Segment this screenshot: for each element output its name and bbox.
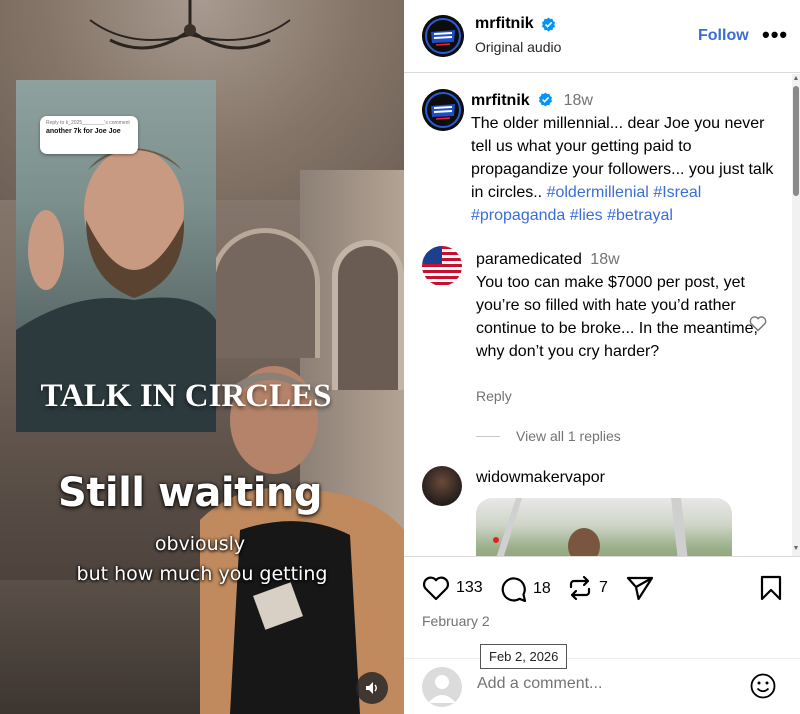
hashtag-link[interactable]: #betrayal <box>607 207 673 224</box>
bubble-reply-to: Reply to k_2025________'s comment <box>46 120 130 126</box>
add-comment-input[interactable] <box>477 675 737 693</box>
scrollbar-thumb[interactable] <box>793 86 799 196</box>
comment-username[interactable]: widowmakervapor <box>476 469 605 487</box>
verified-badge-icon <box>542 17 555 32</box>
save-button[interactable] <box>760 575 782 601</box>
comments-scroll-area[interactable]: mrfitnik 18w The older millennial... dea… <box>404 74 800 556</box>
caption-text-block: mrfitnik 18w The older millennial... dea… <box>471 89 781 227</box>
overlay-title: Still waiting <box>57 470 323 516</box>
caption-author-avatar[interactable] <box>422 89 464 131</box>
nik-logo-icon <box>422 89 464 131</box>
emoji-icon[interactable] <box>749 672 777 700</box>
comment-count: 18 <box>533 580 551 597</box>
comment-text: You too can make $7000 per post, yet you… <box>476 274 758 360</box>
bearded-man-image <box>16 148 216 432</box>
caption-username[interactable]: mrfitnik <box>471 92 530 109</box>
default-user-icon <box>428 675 456 703</box>
view-replies-button[interactable]: View all 1 replies <box>476 428 621 444</box>
doorway-arch <box>210 228 320 358</box>
comment-time: 18w <box>590 251 620 268</box>
caption-time: 18w <box>563 92 593 109</box>
reply-button[interactable]: Reply <box>476 388 512 404</box>
heart-icon <box>422 576 450 601</box>
repost-icon <box>569 575 591 601</box>
follow-button[interactable]: Follow <box>698 27 749 45</box>
author-avatar[interactable] <box>422 15 464 57</box>
repost-button[interactable]: 7 <box>567 575 608 601</box>
bubble-text: another 7k for Joe Joe <box>46 128 121 135</box>
hashtag-link[interactable]: #Isreal <box>653 184 701 201</box>
verified-badge-icon <box>539 92 553 107</box>
add-comment-bar <box>404 658 800 714</box>
scroll-up-arrow[interactable]: ▲ <box>792 74 800 84</box>
sticker-image <box>493 498 688 556</box>
post-panel: mrfitnik Original audio Follow ••• mrfit… <box>404 0 800 714</box>
comment-bubble-icon <box>501 577 527 603</box>
reply-bubble: Reply to k_2025________'s comment anothe… <box>40 116 138 154</box>
overlay-line-2: but how much you getting <box>76 563 328 585</box>
send-icon <box>626 576 654 601</box>
comment-image[interactable] <box>476 498 732 556</box>
divider-line <box>476 435 500 437</box>
comment-text-block: paramedicated 18w You too can make $7000… <box>476 248 758 363</box>
speaker-icon <box>366 682 377 694</box>
scroll-down-arrow[interactable]: ▼ <box>792 544 800 554</box>
hashtag-link[interactable]: #oldermillenial <box>547 184 649 201</box>
current-user-avatar <box>422 667 462 707</box>
hashtag-link[interactable]: #lies <box>570 207 603 224</box>
bookmark-icon <box>760 575 782 601</box>
view-replies-label: View all 1 replies <box>516 428 621 444</box>
commenter-avatar[interactable] <box>422 246 462 286</box>
video-player[interactable]: Reply to k_2025________'s comment anothe… <box>0 0 404 714</box>
like-button[interactable]: 133 <box>422 575 483 601</box>
like-count: 133 <box>456 579 483 596</box>
overlay-line-1: obviously <box>154 533 246 555</box>
share-button[interactable] <box>626 575 654 601</box>
author-username[interactable]: mrfitnik <box>475 15 534 33</box>
inset-video: Reply to k_2025________'s comment anothe… <box>16 80 216 432</box>
more-options-icon[interactable]: ••• <box>762 22 788 48</box>
repost-count: 7 <box>599 579 608 596</box>
like-comment-heart-icon[interactable] <box>749 315 767 332</box>
post-header: mrfitnik Original audio Follow ••• <box>404 0 800 73</box>
comment-button[interactable]: 18 <box>499 575 551 603</box>
comment-username[interactable]: paramedicated <box>476 251 582 268</box>
chandelier-image <box>89 0 291 50</box>
hashtag-link[interactable]: #propaganda <box>471 207 565 224</box>
action-bar: 133 18 7 February 2 Add a comment... Feb… <box>404 556 800 714</box>
post-date[interactable]: February 2 <box>422 613 490 629</box>
mute-button[interactable] <box>356 672 388 704</box>
commenter-avatar[interactable] <box>422 466 462 506</box>
date-tooltip: Feb 2, 2026 <box>480 644 568 669</box>
audio-link[interactable]: Original audio <box>475 39 561 55</box>
nik-logo-icon <box>422 15 464 57</box>
